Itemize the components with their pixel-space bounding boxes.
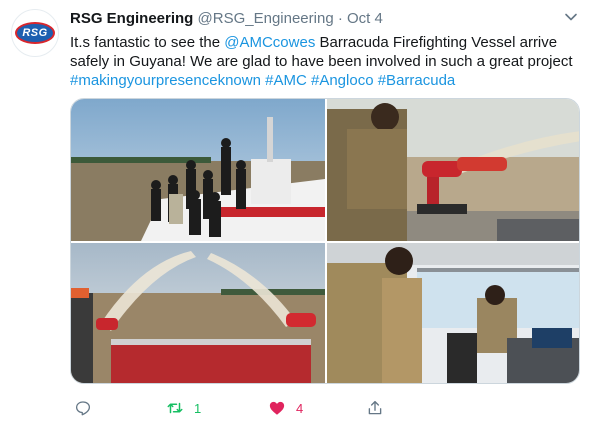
hashtag-link[interactable]: #AMC <box>265 72 307 89</box>
like-button[interactable]: 4 <box>268 398 303 418</box>
retweet-count: 1 <box>194 400 202 416</box>
photo-grid <box>70 98 580 384</box>
hashtag-link[interactable]: #Angloco <box>311 72 374 89</box>
hashtag-link[interactable]: #Barracuda <box>378 72 456 89</box>
separator-dot: · <box>337 10 343 27</box>
user-handle[interactable]: @RSG_Engineering <box>198 10 334 27</box>
logo-text: RSG <box>22 27 48 39</box>
retweet-button[interactable]: 1 <box>166 398 201 418</box>
heart-icon <box>269 401 285 415</box>
tweet-card[interactable]: RSG RSG Engineering @RSG_Engineering · O… <box>0 0 596 430</box>
chevron-down-icon[interactable] <box>563 9 579 25</box>
like-count: 4 <box>296 400 304 416</box>
tweet-date[interactable]: Oct 4 <box>347 10 383 27</box>
rsg-logo: RSG <box>15 22 55 44</box>
share-button[interactable] <box>366 398 384 418</box>
photo-wheelhouse[interactable] <box>327 243 579 383</box>
avatar[interactable]: RSG <box>11 9 59 57</box>
retweet-icon <box>167 402 183 414</box>
share-icon <box>368 400 382 415</box>
photo-water-spray[interactable] <box>71 243 325 383</box>
reply-icon <box>75 401 91 416</box>
tweet-header: RSG Engineering @RSG_Engineering · Oct 4 <box>70 9 383 29</box>
tweet-text-intro: It.s fantastic to see the <box>70 34 225 51</box>
photo-crew-on-bow[interactable] <box>71 99 325 241</box>
tweet-text: It.s fantastic to see the @AMCcowes Barr… <box>70 33 580 90</box>
hashtag-link[interactable]: #makingyourpresenceknown <box>70 72 261 89</box>
photo-water-cannon-operator[interactable] <box>327 99 579 241</box>
tweet-actions: 1 4 <box>70 398 580 418</box>
reply-button[interactable] <box>74 398 92 418</box>
mention-link[interactable]: @AMCcowes <box>224 34 315 51</box>
display-name[interactable]: RSG Engineering <box>70 10 193 27</box>
